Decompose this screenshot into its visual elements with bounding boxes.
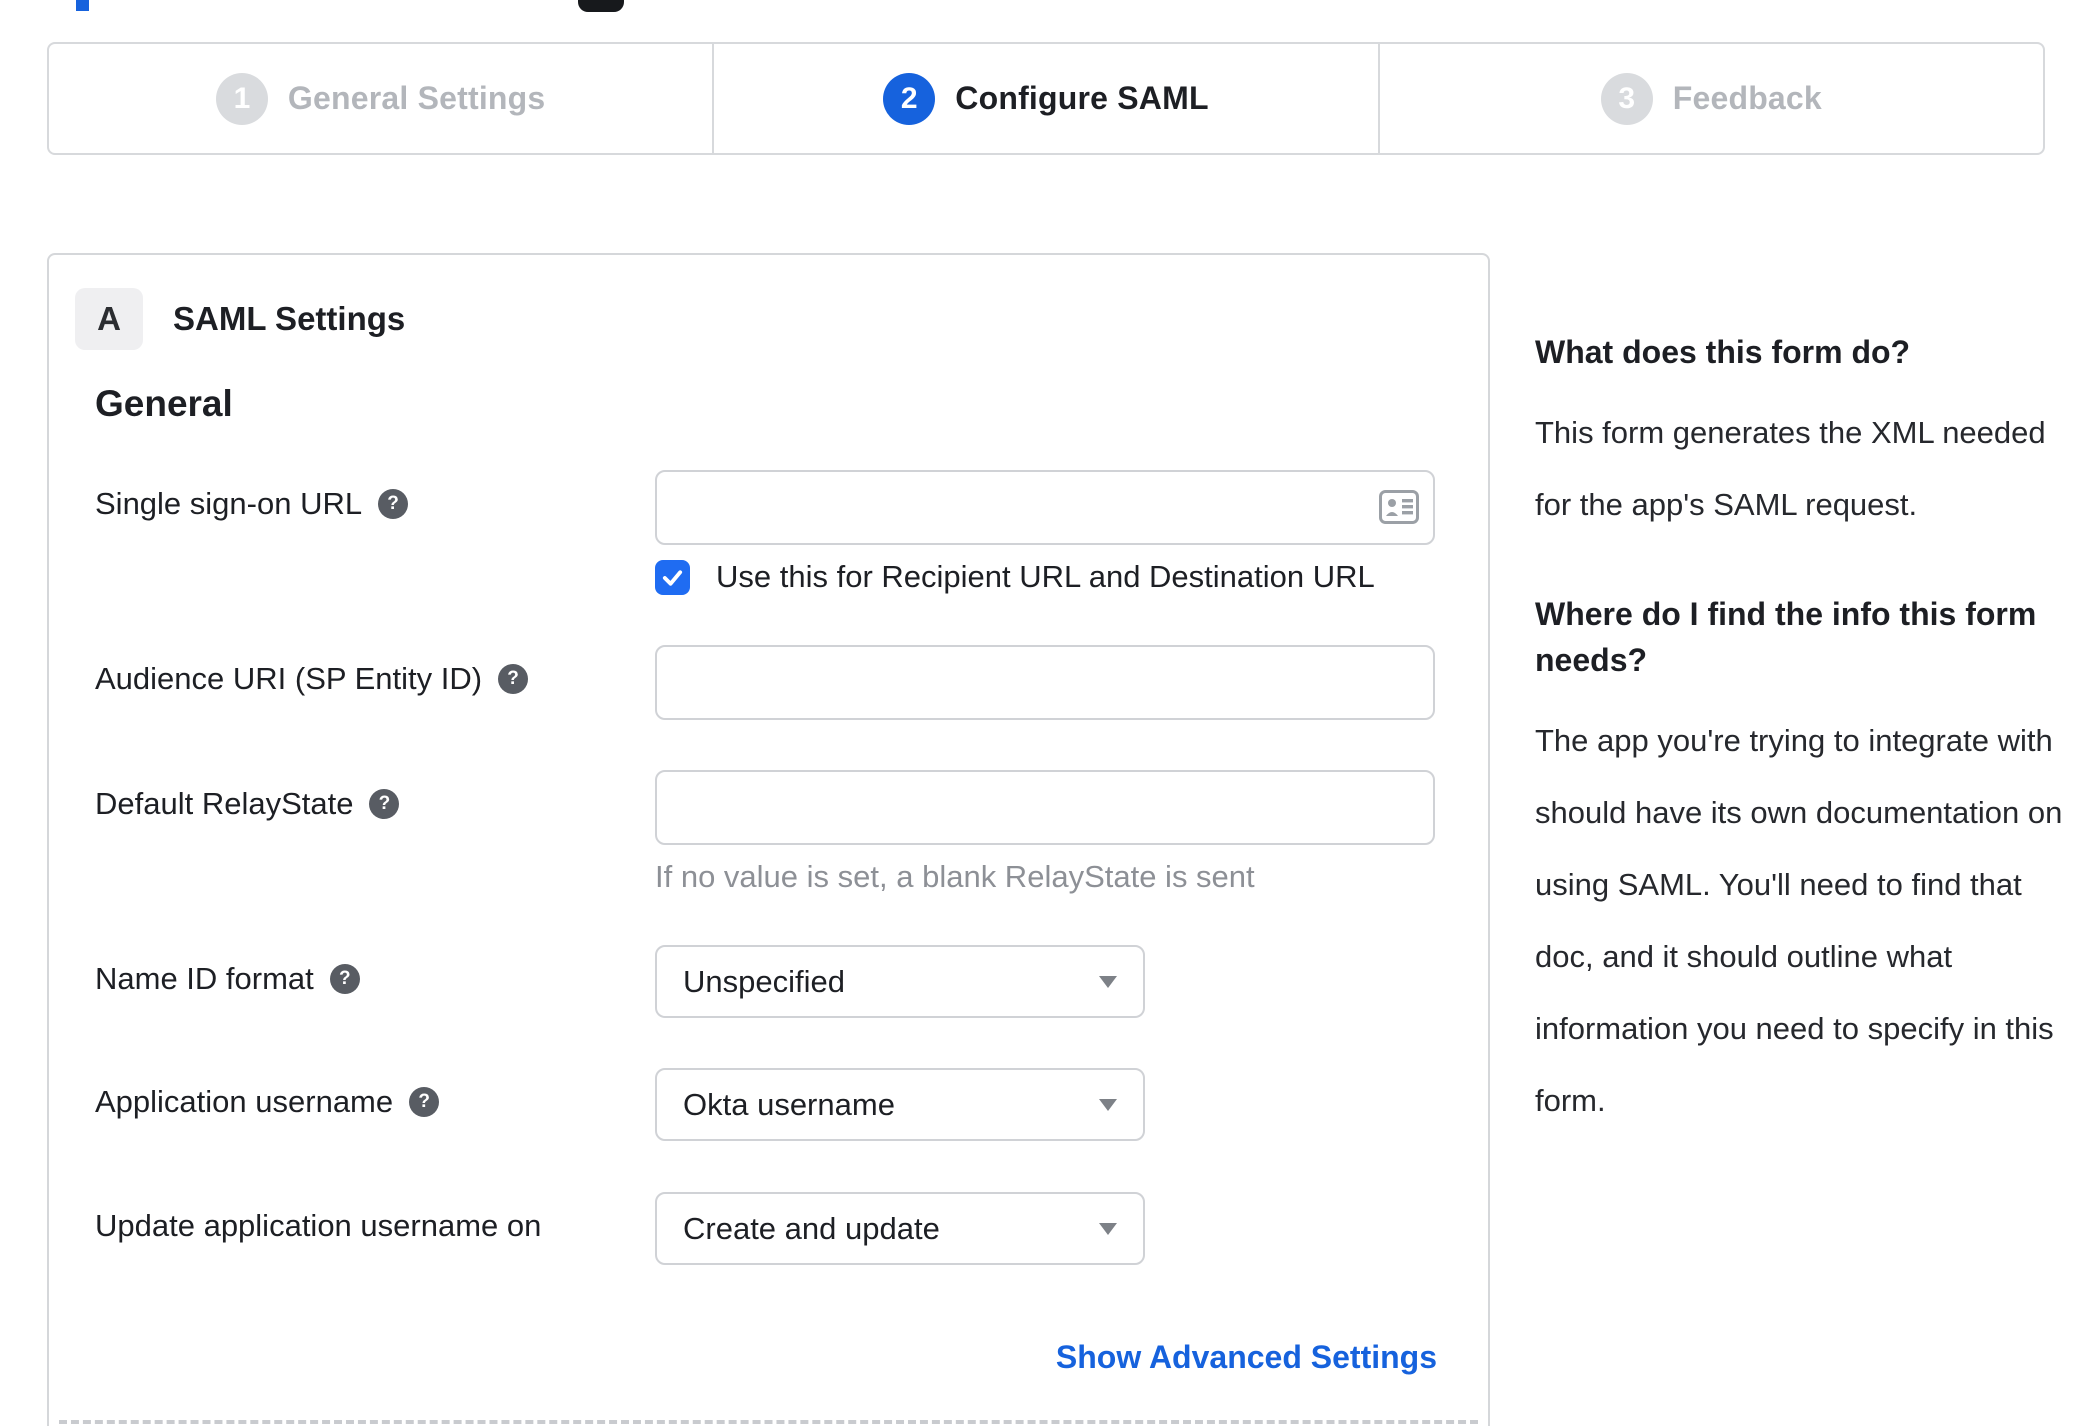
name-id-format-select[interactable]: Unspecified bbox=[655, 945, 1145, 1018]
general-section-heading: General bbox=[95, 383, 233, 424]
section-a-badge: A bbox=[75, 288, 143, 350]
sso-url-input[interactable] bbox=[655, 470, 1435, 545]
application-username-value: Okta username bbox=[683, 1086, 895, 1122]
checkmark-icon bbox=[662, 569, 683, 586]
step-feedback[interactable]: 3 Feedback bbox=[1377, 44, 2043, 153]
card-header: A SAML Settings bbox=[75, 288, 405, 350]
application-username-row: Application username ? Okta username bbox=[95, 1068, 1468, 1141]
sidebar-q1-body: This form generates the XML needed for t… bbox=[1535, 415, 2046, 522]
chevron-down-icon bbox=[1099, 975, 1117, 988]
relay-state-hint: If no value is set, a blank RelayState i… bbox=[655, 859, 1255, 894]
application-username-label: Application username bbox=[95, 1084, 394, 1119]
recipient-url-checkbox[interactable] bbox=[655, 559, 690, 595]
step-2-indicator: 2 bbox=[883, 72, 936, 125]
sidebar-q1-heading: What does this form do? bbox=[1535, 334, 1911, 370]
cropped-header-accent bbox=[76, 0, 89, 11]
step-3-indicator: 3 bbox=[1600, 72, 1653, 125]
update-username-row: Update application username on Create an… bbox=[95, 1192, 1468, 1265]
sidebar-q2-body: The app you're trying to integrate with … bbox=[1535, 723, 2063, 1118]
help-sidebar: What does this form do? This form genera… bbox=[1535, 253, 2065, 1137]
audience-uri-row: Audience URI (SP Entity ID) ? bbox=[95, 645, 1468, 720]
step-configure-saml[interactable]: 2 Configure SAML bbox=[712, 44, 1377, 153]
sso-url-row: Single sign-on URL ? Use this for Recipi… bbox=[95, 470, 1468, 595]
name-id-format-label: Name ID format bbox=[95, 961, 314, 996]
recipient-url-checkbox-label: Use this for Recipient URL and Destinati… bbox=[716, 559, 1375, 594]
wizard-stepper: 1 General Settings 2 Configure SAML 3 Fe… bbox=[47, 42, 2045, 155]
advanced-settings-divider bbox=[59, 1420, 1478, 1424]
saml-settings-card: A SAML Settings General Single sign-on U… bbox=[47, 253, 1490, 1426]
cropped-header-icon bbox=[578, 0, 624, 12]
relay-state-row: Default RelayState ? If no value is set,… bbox=[95, 770, 1468, 895]
sso-url-label: Single sign-on URL bbox=[95, 486, 363, 521]
show-advanced-settings-link[interactable]: Show Advanced Settings bbox=[1056, 1339, 1437, 1375]
update-username-label: Update application username on bbox=[95, 1208, 542, 1243]
audience-uri-help-icon[interactable]: ? bbox=[498, 664, 529, 694]
step-1-indicator: 1 bbox=[215, 72, 268, 125]
sso-url-help-icon[interactable]: ? bbox=[378, 489, 409, 519]
application-username-help-icon[interactable]: ? bbox=[409, 1087, 440, 1117]
application-username-select[interactable]: Okta username bbox=[655, 1068, 1145, 1141]
sidebar-q2-heading: Where do I find the info this form needs… bbox=[1535, 596, 2037, 678]
name-id-format-help-icon[interactable]: ? bbox=[329, 964, 360, 994]
audience-uri-label: Audience URI (SP Entity ID) bbox=[95, 661, 483, 696]
step-3-label: Feedback bbox=[1672, 80, 1822, 116]
card-title: SAML Settings bbox=[173, 300, 406, 337]
contact-card-icon bbox=[1379, 490, 1419, 524]
page: 1 General Settings 2 Configure SAML 3 Fe… bbox=[0, 0, 2092, 1426]
step-2-label: Configure SAML bbox=[955, 80, 1209, 116]
relay-state-input[interactable] bbox=[655, 770, 1435, 845]
chevron-down-icon bbox=[1099, 1222, 1117, 1235]
relay-state-label: Default RelayState bbox=[95, 786, 354, 821]
chevron-down-icon bbox=[1099, 1098, 1117, 1111]
update-username-value: Create and update bbox=[683, 1210, 940, 1246]
update-username-select[interactable]: Create and update bbox=[655, 1192, 1145, 1265]
name-id-format-value: Unspecified bbox=[683, 963, 845, 999]
audience-uri-input[interactable] bbox=[655, 645, 1435, 720]
name-id-format-row: Name ID format ? Unspecified bbox=[95, 945, 1468, 1018]
step-general-settings[interactable]: 1 General Settings bbox=[49, 44, 712, 153]
step-1-label: General Settings bbox=[287, 80, 546, 116]
relay-state-help-icon[interactable]: ? bbox=[369, 789, 400, 819]
